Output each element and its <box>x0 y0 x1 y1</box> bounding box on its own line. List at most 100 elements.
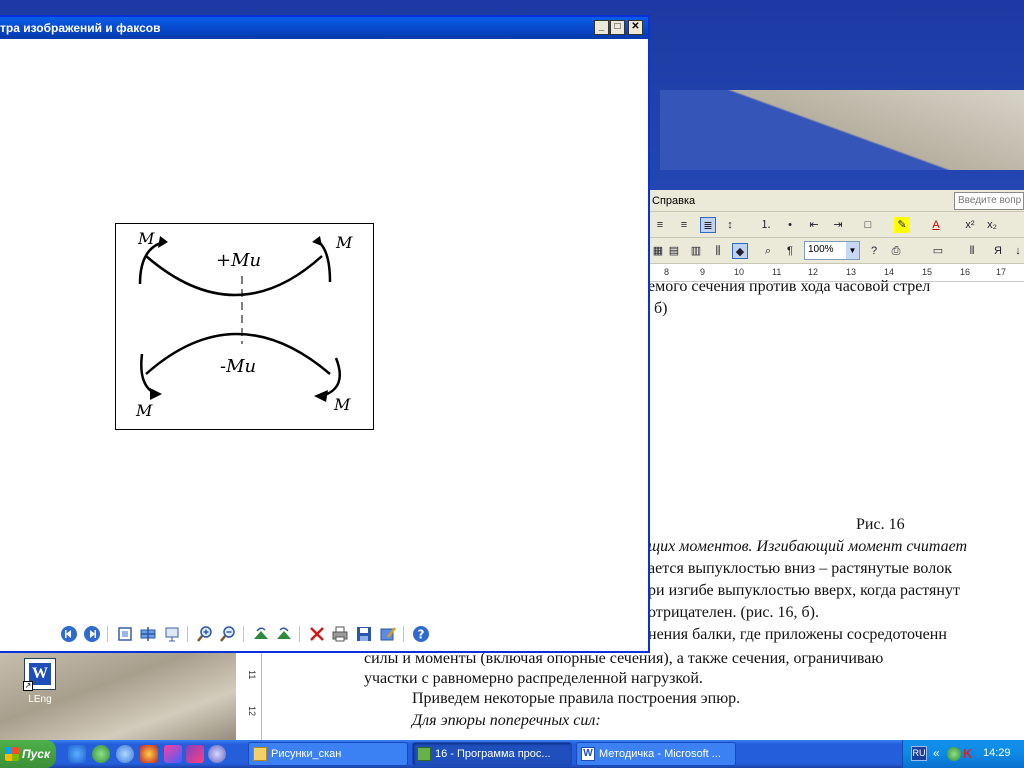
prev-image-icon[interactable] <box>60 625 78 643</box>
media-player-icon[interactable] <box>92 745 110 763</box>
taskbar-button-folder[interactable]: Рисунки_скан <box>248 742 408 766</box>
internet-explorer-icon[interactable] <box>68 745 86 763</box>
font-color-icon[interactable]: A <box>928 217 944 233</box>
drawing-icon[interactable]: ◆ <box>732 243 748 259</box>
word-icon: W <box>581 747 595 761</box>
doc-text-line: б) <box>654 300 668 317</box>
show-formatting-icon[interactable]: ¶ <box>782 243 798 259</box>
subscript-icon[interactable]: x₂ <box>984 217 1000 233</box>
document-body-lower[interactable]: силы и моменты (включая опорные сечения)… <box>288 650 1024 740</box>
settings-gear-icon[interactable] <box>208 745 226 763</box>
window-titlebar[interactable]: тра изображений и факсов _ □ ✕ <box>0 17 648 39</box>
desktop-wallpaper-ruins <box>660 90 1024 170</box>
network-icon[interactable] <box>947 747 961 761</box>
table-view-icon[interactable]: ▭ <box>930 243 946 259</box>
actual-size-icon[interactable] <box>139 625 157 643</box>
slideshow-icon[interactable] <box>163 625 181 643</box>
doc-text-line: отрицателен. (рис. 16, б). <box>648 604 819 621</box>
start-button[interactable]: Пуск <box>0 740 56 768</box>
desktop-icon-label: LEng <box>28 694 52 705</box>
doc-text-line: Приведем некоторые правила построения эп… <box>412 690 741 707</box>
menu-help[interactable]: Справка <box>652 195 695 207</box>
taskbar-button-label: Рисунки_скан <box>271 748 342 760</box>
superscript-icon[interactable]: x² <box>962 217 978 233</box>
numbered-list-icon[interactable]: ⒈ <box>758 217 774 233</box>
chevron-down-icon: ▼ <box>846 242 859 259</box>
align-center-icon[interactable]: ≡ <box>652 217 668 233</box>
columns-icon[interactable]: ⫼ <box>710 243 726 259</box>
app-icon[interactable] <box>164 745 182 763</box>
print-icon[interactable] <box>331 625 349 643</box>
toolbar-separator <box>187 626 188 642</box>
window-title: тра изображений и факсов <box>0 21 161 35</box>
help-search-input[interactable]: Введите вопр <box>954 192 1024 210</box>
maximize-button[interactable]: □ <box>610 20 625 35</box>
label-plus-mu: +Mu <box>216 250 261 271</box>
save-icon[interactable] <box>355 625 373 643</box>
insert-excel-icon[interactable]: ▥ <box>688 243 704 259</box>
word-document-icon: W ↗ <box>23 658 56 691</box>
taskbar-button-word[interactable]: W Методичка - Microsoft ... <box>576 742 736 766</box>
table-icon[interactable]: ▤ <box>666 243 682 259</box>
increase-indent-icon[interactable]: ⇥ <box>830 217 846 233</box>
zoom-in-icon[interactable] <box>196 625 214 643</box>
ruler-mark: 12 <box>808 267 819 277</box>
moment-arrow-bottom-left <box>140 353 157 396</box>
moment-arrow-bottom-right <box>321 357 341 398</box>
bulleted-list-icon[interactable]: • <box>782 217 798 233</box>
align-right-icon[interactable]: ≡ <box>676 217 692 233</box>
columns-view-icon[interactable]: ⫴ <box>964 243 980 259</box>
browser-icon[interactable] <box>116 745 134 763</box>
windows-logo-icon <box>5 747 19 761</box>
decrease-indent-icon[interactable]: ⇤ <box>806 217 822 233</box>
doc-text-line: нения балки, где приложены сосредоточенн <box>648 626 947 643</box>
justify-icon[interactable]: ≣ <box>700 217 716 233</box>
insert-table-icon[interactable]: ▦ <box>650 243 666 259</box>
folder-icon <box>253 747 267 761</box>
label-m-top-right: M <box>335 233 353 252</box>
taskbar-button-viewer[interactable]: 16 - Программа прос... <box>412 742 572 766</box>
ruler-mark: 11 <box>247 670 257 680</box>
help-icon[interactable]: ? <box>412 625 430 643</box>
ruler-mark: 11 <box>772 267 782 277</box>
delete-icon[interactable] <box>308 625 326 643</box>
best-fit-icon[interactable] <box>116 625 134 643</box>
desktop-icon-word-doc[interactable]: W ↗ LEng <box>10 658 70 705</box>
language-indicator[interactable]: RU <box>911 746 927 761</box>
show-hidden-icons-button[interactable]: « <box>933 746 940 760</box>
document-map-icon[interactable]: ⌕ <box>760 243 776 259</box>
ruler-mark: 9 <box>700 267 706 277</box>
doc-text-line: ри изгибе выпуклостью вверх, когда растя… <box>648 582 960 599</box>
minimize-button[interactable]: _ <box>594 20 609 35</box>
sort-icon[interactable]: ↓ <box>1010 243 1024 259</box>
image-viewer-icon <box>417 747 431 761</box>
clock[interactable]: 14:29 <box>983 747 1011 759</box>
zoom-select[interactable]: 100% ▼ <box>804 241 860 260</box>
open-editor-icon[interactable] <box>379 625 397 643</box>
print-icon[interactable]: ⎙ <box>888 243 904 259</box>
word-menubar: Справка Введите вопр <box>648 190 1024 212</box>
borders-icon[interactable]: □ <box>860 217 876 233</box>
close-button[interactable]: ✕ <box>628 20 643 35</box>
next-image-icon[interactable] <box>83 625 101 643</box>
viewer-toolbar: ? <box>0 619 648 649</box>
arrowhead-icon <box>314 390 328 402</box>
help-icon[interactable]: ? <box>866 243 882 259</box>
highlight-icon[interactable]: ✎ <box>894 217 910 233</box>
app-icon[interactable] <box>186 745 204 763</box>
vertical-ruler: 11 12 <box>244 652 262 740</box>
zoom-out-icon[interactable] <box>219 625 237 643</box>
ladybug-icon[interactable] <box>140 745 158 763</box>
antivirus-icon[interactable]: K <box>963 746 972 761</box>
ruler-mark: 15 <box>922 267 933 277</box>
spelling-icon[interactable]: Я <box>990 243 1006 259</box>
label-m-top-left: M <box>137 229 155 248</box>
doc-text-line: Для эпюры поперечных сил: <box>412 712 601 729</box>
toolbar-separator <box>403 626 404 642</box>
doc-text-line: участки с равномерно распределенной нагр… <box>364 670 703 687</box>
rotate-counterclockwise-icon[interactable] <box>275 625 293 643</box>
toolbar-separator <box>243 626 244 642</box>
doc-text-line-italic: щих моментов. Изгибающий момент считает <box>648 538 968 555</box>
rotate-clockwise-icon[interactable] <box>252 625 270 643</box>
line-spacing-icon[interactable]: ↕ <box>722 217 738 233</box>
